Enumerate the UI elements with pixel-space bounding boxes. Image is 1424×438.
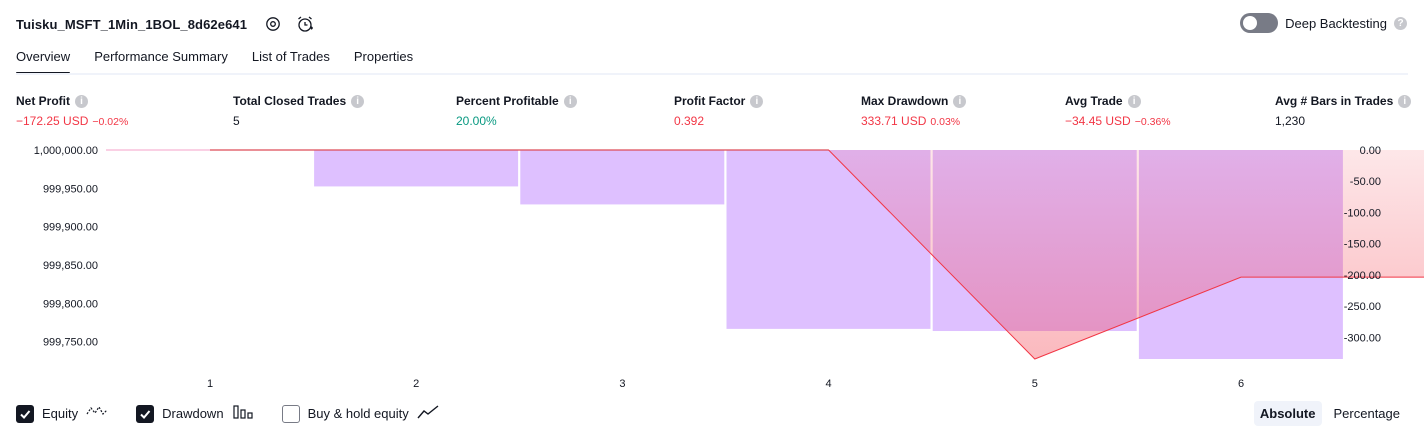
x-axis-tick-label: 4 [826,378,832,390]
info-icon[interactable]: ? [1394,16,1407,30]
left-axis-tick-label: 999,750.00 [43,337,98,349]
metric-percent: 0.03% [930,116,961,128]
right-axis-tick-label: -200.00 [1344,270,1381,282]
metric-label: Profit Factor i [674,94,764,108]
toggle-knob [1243,16,1258,30]
right-axis-tick-label: -100.00 [1344,207,1381,219]
strategy-title: Tuisku_MSFT_1Min_1BOL_8d62e641 [16,16,248,32]
x-axis-tick-label: 6 [1238,378,1244,390]
metric-label: Avg Trade i [1065,94,1171,108]
metric-label: Total Closed Trades i [233,94,365,108]
tab-divider [16,73,1408,75]
left-axis-tick-label: 999,800.00 [43,298,98,310]
legend-label: Buy & hold equity [307,406,409,421]
metric-max-drawdown: Max Drawdown i 333.71 USD 0.03% [861,94,967,128]
metric-label: Avg # Bars in Trades i [1275,94,1412,108]
metric-percent-profitable: Percent Profitable i 20.00% [456,94,577,128]
tab-list-of-trades[interactable]: List of Trades [252,47,330,75]
legend-drawdown[interactable]: Drawdown [136,404,253,423]
metric-value-text: 1,230 [1275,114,1306,128]
view-mode-percentage[interactable]: Percentage [1328,401,1407,426]
drawdown-bars-icon [232,404,254,423]
metric-value-text: 20.00% [456,114,497,128]
info-icon[interactable]: i [1127,94,1141,108]
x-axis-tick-label: 5 [1032,378,1038,390]
metric-label: Net Profit i [16,94,128,108]
metric-avg-bars-in-trades: Avg # Bars in Trades i 1,230 [1275,94,1412,128]
deep-backtesting-toggle[interactable] [1240,13,1279,33]
x-axis-tick-label: 3 [619,378,625,390]
legend-checkbox[interactable] [16,404,34,423]
metric-label: Max Drawdown i [861,94,967,108]
metric-net-profit: Net Profit i −172.25 USD −0.02% [16,94,128,128]
metric-value-text: −172.25 USD [16,114,89,128]
drawdown-bar [520,150,725,205]
equity-line-icon [86,404,108,423]
metric-label-text: Avg # Bars in Trades [1275,94,1394,108]
left-axis-tick-label: 1,000,000.00 [34,145,98,157]
view-mode-absolute[interactable]: Absolute [1253,401,1322,426]
drawdown-bar [314,150,519,187]
metric-value: 5 [233,114,364,128]
metric-value: 0.392 [674,114,763,128]
buy-hold-line-icon [417,404,439,423]
metric-label-text: Net Profit [16,94,70,108]
metric-value: −34.45 USD −0.36% [1065,114,1171,128]
legend-buy-hold-equity[interactable]: Buy & hold equity [281,404,439,423]
metric-percent: −0.36% [1134,116,1171,128]
info-icon[interactable]: i [75,94,88,108]
metric-value: −172.25 USD −0.02% [16,114,128,128]
gear-icon[interactable] [263,14,283,34]
legend-checkbox[interactable] [281,404,300,423]
metric-label-text: Max Drawdown [861,94,949,108]
metric-label-text: Percent Profitable [456,94,559,108]
right-axis-tick-label: -50.00 [1350,176,1381,188]
tab-properties[interactable]: Properties [354,47,413,75]
info-icon[interactable]: i [953,94,967,108]
metric-value: 333.71 USD 0.03% [861,114,966,128]
right-axis-tick-label: -300.00 [1344,332,1381,344]
strategy-header: Tuisku_MSFT_1Min_1BOL_8d62e641 [16,12,315,36]
right-axis-tick-label: -150.00 [1344,239,1381,251]
legend-label: Equity [42,406,79,421]
tab-performance-summary[interactable]: Performance Summary [94,47,228,75]
x-axis-tick-label: 1 [207,378,213,390]
alarm-clock-icon[interactable] [295,14,315,34]
deep-backtesting: Deep Backtesting ? [1240,13,1407,33]
metric-value: 1,230 [1275,114,1411,128]
view-mode-switch: Absolute Percentage [1253,401,1407,426]
metric-value: 20.00% [456,114,577,128]
chart-legend: Equity Drawdown Buy & hold equity [16,404,467,423]
legend-checkbox[interactable] [136,404,155,423]
metric-profit-factor: Profit Factor i 0.392 [674,94,764,128]
metric-value-text: 333.71 USD [861,114,927,128]
tab-bar: Overview Performance Summary List of Trade… [16,47,413,75]
metric-label: Percent Profitable i [456,94,577,108]
metric-label-text: Profit Factor [674,94,746,108]
metric-total-closed-trades: Total Closed Trades i 5 [233,94,365,128]
metric-avg-trade: Avg Trade i −34.45 USD −0.36% [1065,94,1171,128]
right-axis-tick-label: -250.00 [1344,301,1381,313]
info-icon[interactable]: i [563,94,577,108]
left-axis-tick-label: 999,950.00 [43,183,98,195]
x-axis-tick-label: 2 [413,378,419,390]
left-axis-tick-label: 999,850.00 [43,260,98,272]
right-axis-tick-label: 0.00 [1360,145,1381,157]
legend-label: Drawdown [162,406,224,421]
metric-value-text: 0.392 [674,114,705,128]
metric-value-text: −34.45 USD [1065,114,1131,128]
info-icon[interactable]: i [750,94,764,108]
metric-label-text: Avg Trade [1065,94,1123,108]
info-icon[interactable]: i [1398,94,1412,108]
left-axis-tick-label: 999,900.00 [43,222,98,234]
metric-percent: −0.02% [92,116,129,128]
deep-backtesting-label: Deep Backtesting [1285,15,1387,31]
legend-equity[interactable]: Equity [16,404,108,423]
tab-overview[interactable]: Overview [16,47,71,75]
metric-value-text: 5 [233,114,240,128]
equity-drawdown-chart: 1,000,000.00 999,950.00 999,900.00 999,850.… [34,145,1424,390]
metric-label-text: Total Closed Trades [233,94,347,108]
info-icon[interactable]: i [351,94,365,108]
